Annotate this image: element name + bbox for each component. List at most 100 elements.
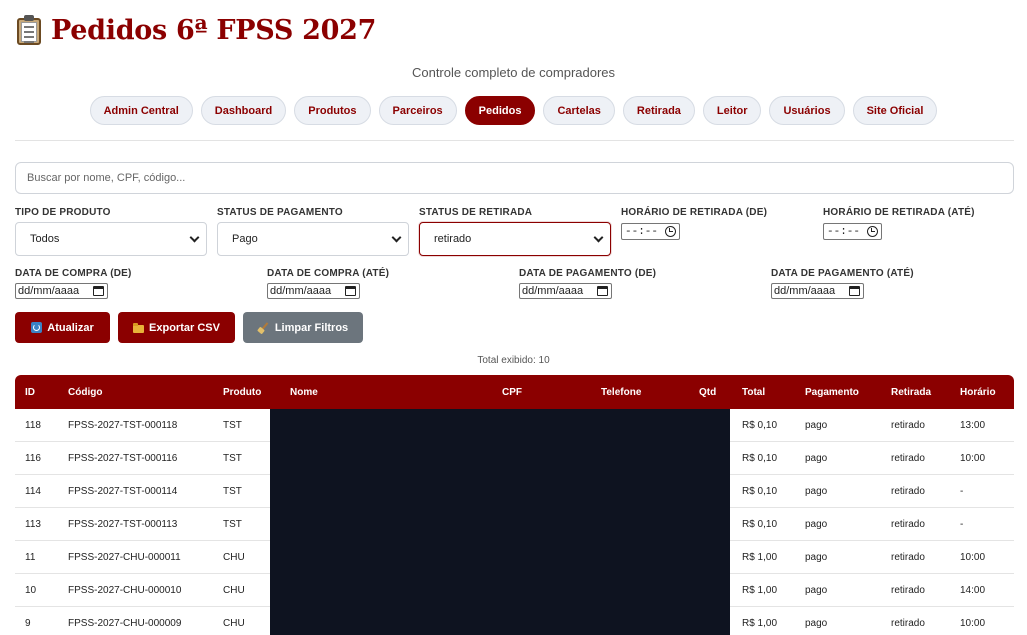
atualizar-label: Atualizar [47, 321, 94, 334]
cell-produto: CHU [223, 584, 245, 596]
filter-tipo-produto-label: TIPO DE PRODUTO [15, 207, 111, 218]
horario-de-input[interactable]: --:-- [621, 223, 680, 240]
folder-icon [133, 322, 145, 333]
col-qtd[interactable]: Qtd [699, 375, 716, 409]
status-retirada-select[interactable]: retirado [419, 222, 611, 256]
col-id[interactable]: ID [25, 375, 35, 409]
cell-codigo: FPSS-2027-TST-000114 [68, 485, 178, 497]
status-pagamento-value: Pago [232, 233, 258, 245]
calendar-icon[interactable] [93, 286, 104, 296]
cell-id: 114 [25, 485, 41, 497]
exportar-csv-button[interactable]: Exportar CSV [118, 312, 235, 343]
nav-cartelas[interactable]: Cartelas [543, 96, 615, 125]
cell-produto: TST [223, 518, 242, 530]
cell-horario: 10:00 [960, 551, 986, 563]
cell-pagamento: pago [805, 617, 828, 629]
cell-total: R$ 0,10 [742, 485, 778, 497]
atualizar-button[interactable]: Atualizar [15, 312, 110, 343]
cell-retirada: retirado [891, 584, 925, 596]
cell-horario: - [960, 485, 964, 497]
chevron-down-icon [593, 232, 604, 242]
cell-retirada: retirado [891, 419, 925, 431]
exportar-label: Exportar CSV [149, 321, 220, 334]
filter-status-retirada-label: STATUS DE RETIRADA [419, 207, 533, 218]
filter-horario-de-label: HORÁRIO DE RETIRADA (DE) [621, 207, 768, 218]
cell-total: R$ 1,00 [742, 551, 778, 563]
chevron-down-icon [189, 232, 200, 242]
col-telefone[interactable]: Telefone [601, 375, 641, 409]
clock-icon[interactable] [867, 226, 878, 237]
cell-total: R$ 1,00 [742, 584, 778, 596]
cell-id: 9 [25, 617, 31, 629]
col-codigo[interactable]: Código [68, 375, 102, 409]
cell-horario: 14:00 [960, 584, 986, 596]
main-nav: Admin Central Dashboard Produtos Parceir… [0, 96, 1027, 125]
cell-total: R$ 0,10 [742, 518, 778, 530]
horario-ate-input[interactable]: --:-- [823, 223, 882, 240]
col-retirada[interactable]: Retirada [891, 375, 931, 409]
pagamento-ate-value: dd/mm/aaaa [774, 285, 836, 297]
col-pagamento[interactable]: Pagamento [805, 375, 859, 409]
cell-horario: 13:00 [960, 419, 986, 431]
cell-produto: CHU [223, 551, 245, 563]
nav-leitor[interactable]: Leitor [702, 96, 762, 125]
cell-pagamento: pago [805, 485, 828, 497]
nav-site-oficial[interactable]: Site Oficial [852, 96, 938, 125]
cell-total: R$ 0,10 [742, 452, 778, 464]
table-header: ID Código Produto Nome CPF Telefone Qtd … [15, 375, 1014, 409]
limpar-filtros-button[interactable]: Limpar Filtros [243, 312, 363, 343]
page-subtitle: Controle completo de compradores [411, 65, 616, 80]
pagamento-de-input[interactable]: dd/mm/aaaa [519, 283, 612, 299]
search-input[interactable] [15, 162, 1014, 194]
limpar-label: Limpar Filtros [274, 321, 349, 334]
cell-codigo: FPSS-2027-CHU-000010 [68, 584, 182, 596]
nav-produtos[interactable]: Produtos [294, 96, 371, 125]
nav-usuarios[interactable]: Usuários [769, 96, 845, 125]
filter-compra-ate-label: DATA DE COMPRA (ATÉ) [267, 268, 390, 279]
nav-pedidos[interactable]: Pedidos [464, 96, 536, 125]
broom-icon [258, 322, 270, 334]
cell-id: 113 [25, 518, 41, 530]
filter-compra-de-label: DATA DE COMPRA (DE) [15, 268, 132, 279]
cell-id: 116 [25, 452, 41, 464]
calendar-icon[interactable] [849, 286, 860, 296]
pagamento-ate-input[interactable]: dd/mm/aaaa [771, 283, 864, 299]
col-total[interactable]: Total [742, 375, 765, 409]
filter-pagamento-de-label: DATA DE PAGAMENTO (DE) [519, 268, 657, 279]
cell-horario: - [960, 518, 964, 530]
nav-retirada[interactable]: Retirada [622, 96, 695, 125]
col-nome[interactable]: Nome [290, 375, 318, 409]
cell-retirada: retirado [891, 485, 925, 497]
clock-icon[interactable] [665, 226, 676, 237]
nav-dashboard[interactable]: Dashboard [200, 96, 287, 125]
cell-total: R$ 1,00 [742, 617, 778, 629]
cell-total: R$ 0,10 [742, 419, 778, 431]
clipboard-icon [15, 14, 43, 46]
divider [15, 140, 1014, 141]
compra-ate-input[interactable]: dd/mm/aaaa [267, 283, 360, 299]
cell-retirada: retirado [891, 452, 925, 464]
compra-de-input[interactable]: dd/mm/aaaa [15, 283, 108, 299]
cell-codigo: FPSS-2027-TST-000116 [68, 452, 178, 464]
cell-horario: 10:00 [960, 452, 986, 464]
cell-codigo: FPSS-2027-TST-000113 [68, 518, 178, 530]
col-horario[interactable]: Horário [960, 375, 996, 409]
cell-id: 118 [25, 419, 41, 431]
calendar-icon[interactable] [345, 286, 356, 296]
col-produto[interactable]: Produto [223, 375, 261, 409]
col-cpf[interactable]: CPF [502, 375, 522, 409]
cell-codigo: FPSS-2027-CHU-000009 [68, 617, 182, 629]
orders-table: ID Código Produto Nome CPF Telefone Qtd … [15, 375, 1014, 635]
pagamento-de-value: dd/mm/aaaa [522, 285, 584, 297]
nav-parceiros[interactable]: Parceiros [378, 96, 457, 125]
tipo-produto-select[interactable]: Todos [15, 222, 207, 256]
filter-pagamento-ate-label: DATA DE PAGAMENTO (ATÉ) [771, 268, 914, 279]
nav-admin-central[interactable]: Admin Central [89, 96, 193, 125]
calendar-icon[interactable] [597, 286, 608, 296]
cell-id: 11 [25, 551, 36, 563]
cell-codigo: FPSS-2027-TST-000118 [68, 419, 178, 431]
page-title: Pedidos 6ª FPSS 2027 [51, 14, 377, 46]
status-pagamento-select[interactable]: Pago [217, 222, 409, 256]
cell-produto: TST [223, 452, 242, 464]
cell-pagamento: pago [805, 452, 828, 464]
